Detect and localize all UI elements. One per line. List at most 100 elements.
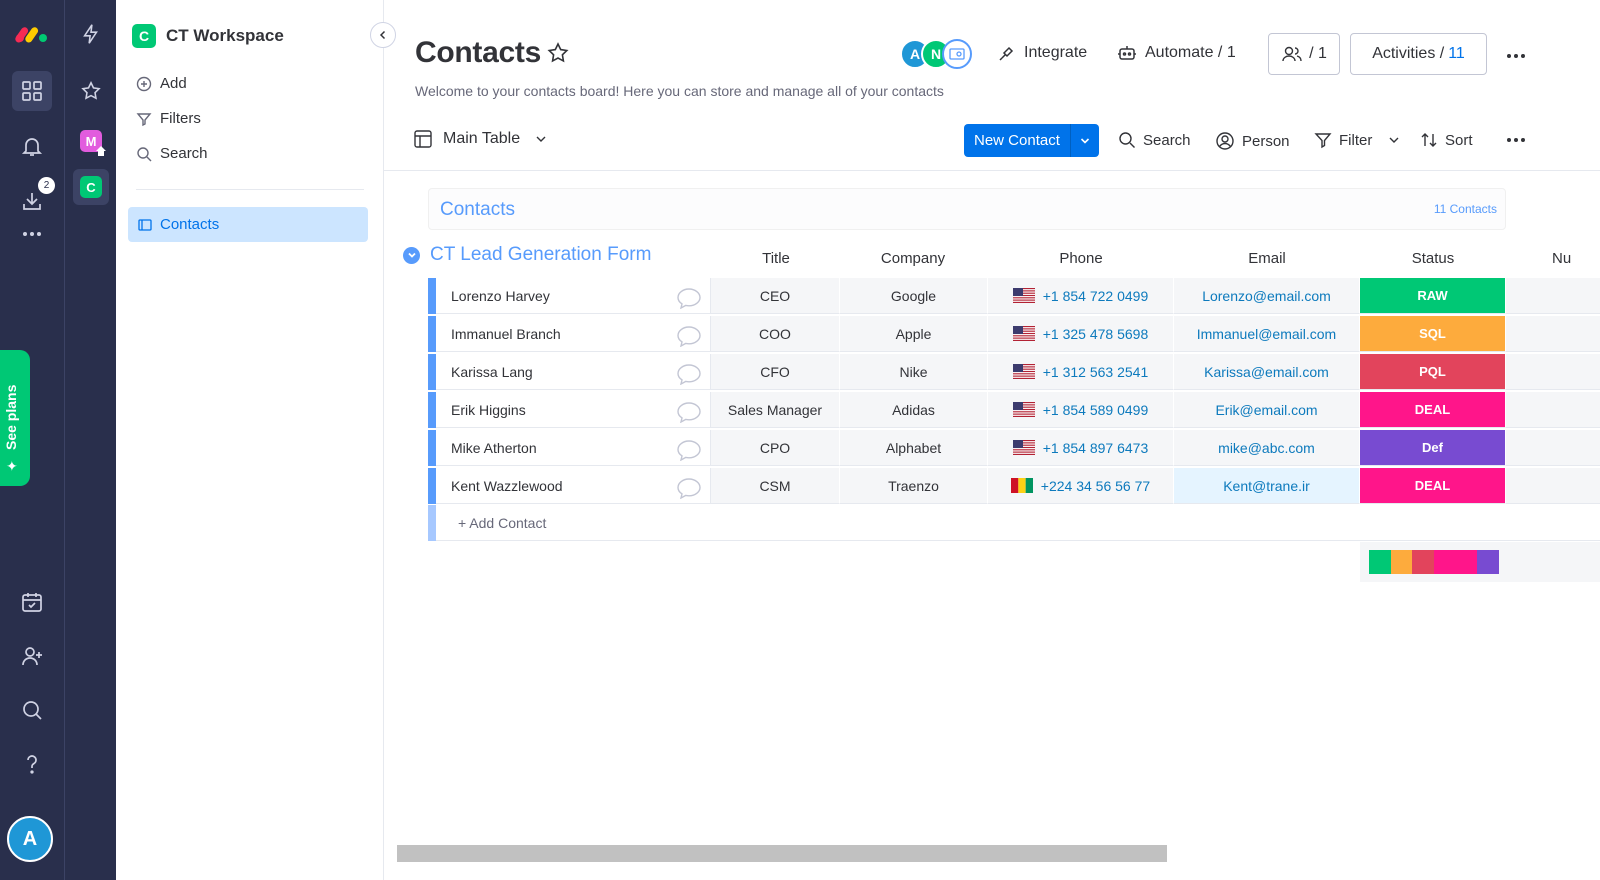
- company-cell[interactable]: Apple: [840, 316, 988, 352]
- search-button[interactable]: Search: [136, 145, 208, 162]
- workspace-tile-c[interactable]: C: [73, 169, 109, 205]
- number-cell[interactable]: [1506, 392, 1600, 428]
- column-header-phone[interactable]: Phone: [988, 250, 1174, 267]
- column-header-number[interactable]: Nu: [1552, 250, 1600, 267]
- add-contact-row[interactable]: + Add Contact: [428, 505, 1600, 541]
- chat-bubble-icon[interactable]: [676, 401, 702, 423]
- chat-bubble-icon[interactable]: [676, 439, 702, 461]
- number-cell[interactable]: [1506, 468, 1600, 504]
- table-row[interactable]: Erik Higgins Sales Manager Adidas +1 854 58…: [428, 391, 1600, 429]
- item-name-cell[interactable]: Erik Higgins: [436, 392, 711, 428]
- table-row[interactable]: Mike Atherton CPO Alphabet +1 854 897 6473 m…: [428, 429, 1600, 467]
- members-button[interactable]: / 1: [1268, 33, 1340, 75]
- column-header-email[interactable]: Email: [1174, 250, 1360, 267]
- search-tool-button[interactable]: Search: [1118, 131, 1191, 149]
- column-header-status[interactable]: Status: [1360, 250, 1506, 267]
- item-name-cell[interactable]: Karissa Lang: [436, 354, 711, 390]
- sort-button[interactable]: Sort: [1420, 131, 1473, 149]
- bell-icon[interactable]: [12, 126, 52, 166]
- help-icon[interactable]: [12, 744, 52, 784]
- number-cell[interactable]: [1506, 354, 1600, 390]
- table-row[interactable]: Karissa Lang CFO Nike +1 312 563 2541 Kariss…: [428, 353, 1600, 391]
- board-item-contacts[interactable]: Contacts: [128, 207, 368, 242]
- grid-icon[interactable]: [12, 71, 52, 111]
- title-cell[interactable]: Sales Manager: [711, 392, 840, 428]
- email-cell[interactable]: Karissa@email.com: [1174, 354, 1360, 390]
- dots-icon[interactable]: [12, 214, 52, 254]
- chat-bubble-icon[interactable]: [676, 287, 702, 309]
- board-members[interactable]: A N: [900, 39, 980, 71]
- email-cell[interactable]: Kent@trane.ir: [1174, 468, 1360, 504]
- workspace-tile-m[interactable]: M: [73, 123, 109, 159]
- item-name-cell[interactable]: Kent Wazzlewood: [436, 468, 711, 504]
- header-more-icon[interactable]: [1507, 54, 1525, 58]
- automate-button[interactable]: Automate / 1: [1117, 44, 1236, 62]
- collapse-group-icon[interactable]: [403, 246, 420, 264]
- status-cell[interactable]: DEAL: [1360, 468, 1506, 504]
- status-summary[interactable]: [1360, 542, 1600, 582]
- toolbar-more-icon[interactable]: [1507, 138, 1525, 142]
- title-cell[interactable]: COO: [711, 316, 840, 352]
- status-cell[interactable]: DEAL: [1360, 392, 1506, 428]
- company-cell[interactable]: Google: [840, 278, 988, 314]
- filters-button[interactable]: Filters: [136, 110, 201, 127]
- company-cell[interactable]: Adidas: [840, 392, 988, 428]
- column-header-title[interactable]: Title: [711, 250, 841, 267]
- company-cell[interactable]: Alphabet: [840, 430, 988, 466]
- tab-main-table[interactable]: Main Table: [413, 129, 548, 149]
- group-contacts-header[interactable]: Contacts 11 Contacts: [428, 188, 1506, 230]
- filter-button[interactable]: Filter: [1314, 131, 1401, 149]
- phone-cell[interactable]: +1 854 722 0499: [988, 278, 1174, 314]
- chat-bubble-icon[interactable]: [676, 325, 702, 347]
- integrate-button[interactable]: Integrate: [998, 44, 1087, 62]
- email-cell[interactable]: Erik@email.com: [1174, 392, 1360, 428]
- table-row[interactable]: Immanuel Branch COO Apple +1 325 478 5698 Im…: [428, 315, 1600, 353]
- email-cell[interactable]: Immanuel@email.com: [1174, 316, 1360, 352]
- table-row[interactable]: Kent Wazzlewood CSM Traenzo +224 34 56 56 7…: [428, 467, 1600, 505]
- new-contact-button[interactable]: New Contact: [964, 124, 1099, 157]
- title-cell[interactable]: CPO: [711, 430, 840, 466]
- status-cell[interactable]: PQL: [1360, 354, 1506, 390]
- item-name-cell[interactable]: Lorenzo Harvey: [436, 278, 711, 314]
- avatar[interactable]: A: [7, 816, 53, 862]
- email-cell[interactable]: mike@abc.com: [1174, 430, 1360, 466]
- title-cell[interactable]: CFO: [711, 354, 840, 390]
- lightning-icon[interactable]: [73, 16, 109, 52]
- favorite-star-icon[interactable]: [546, 41, 570, 70]
- invite-user-icon[interactable]: [12, 636, 52, 676]
- status-cell[interactable]: RAW: [1360, 278, 1506, 314]
- star-icon[interactable]: [73, 73, 109, 109]
- activities-button[interactable]: Activities / 11: [1350, 33, 1487, 75]
- item-name-cell[interactable]: Immanuel Branch: [436, 316, 711, 352]
- company-cell[interactable]: Nike: [840, 354, 988, 390]
- number-cell[interactable]: [1506, 316, 1600, 352]
- company-cell[interactable]: Traenzo: [840, 468, 988, 504]
- title-cell[interactable]: CEO: [711, 278, 840, 314]
- phone-cell[interactable]: +1 325 478 5698: [988, 316, 1174, 352]
- workspace-header[interactable]: C CT Workspace: [132, 24, 284, 48]
- horizontal-scrollbar[interactable]: [397, 845, 1167, 862]
- number-cell[interactable]: [1506, 430, 1600, 466]
- phone-cell[interactable]: +1 854 589 0499: [988, 392, 1174, 428]
- email-cell[interactable]: Lorenzo@email.com: [1174, 278, 1360, 314]
- phone-cell[interactable]: +224 34 56 56 77: [988, 468, 1174, 504]
- monday-logo-icon[interactable]: [12, 13, 52, 53]
- chat-bubble-icon[interactable]: [676, 477, 702, 499]
- title-cell[interactable]: CSM: [711, 468, 840, 504]
- search-icon[interactable]: [12, 690, 52, 730]
- status-cell[interactable]: SQL: [1360, 316, 1506, 352]
- phone-cell[interactable]: +1 312 563 2541: [988, 354, 1174, 390]
- number-cell[interactable]: [1506, 278, 1600, 314]
- person-filter-button[interactable]: Person: [1215, 131, 1290, 151]
- chevron-down-icon[interactable]: [1387, 133, 1401, 147]
- new-contact-dropdown[interactable]: [1070, 124, 1099, 157]
- phone-cell[interactable]: +1 854 897 6473: [988, 430, 1174, 466]
- see-plans-button[interactable]: See plans ✦: [0, 350, 30, 486]
- collapse-panel-button[interactable]: [370, 22, 396, 48]
- status-cell[interactable]: Def: [1360, 430, 1506, 466]
- column-header-company[interactable]: Company: [840, 250, 986, 267]
- calendar-check-icon[interactable]: [12, 582, 52, 622]
- table-row[interactable]: Lorenzo Harvey CEO Google +1 854 722 0499 Lo…: [428, 277, 1600, 315]
- group-lead-form-header[interactable]: CT Lead Generation Form: [403, 244, 651, 266]
- add-button[interactable]: Add: [136, 75, 187, 92]
